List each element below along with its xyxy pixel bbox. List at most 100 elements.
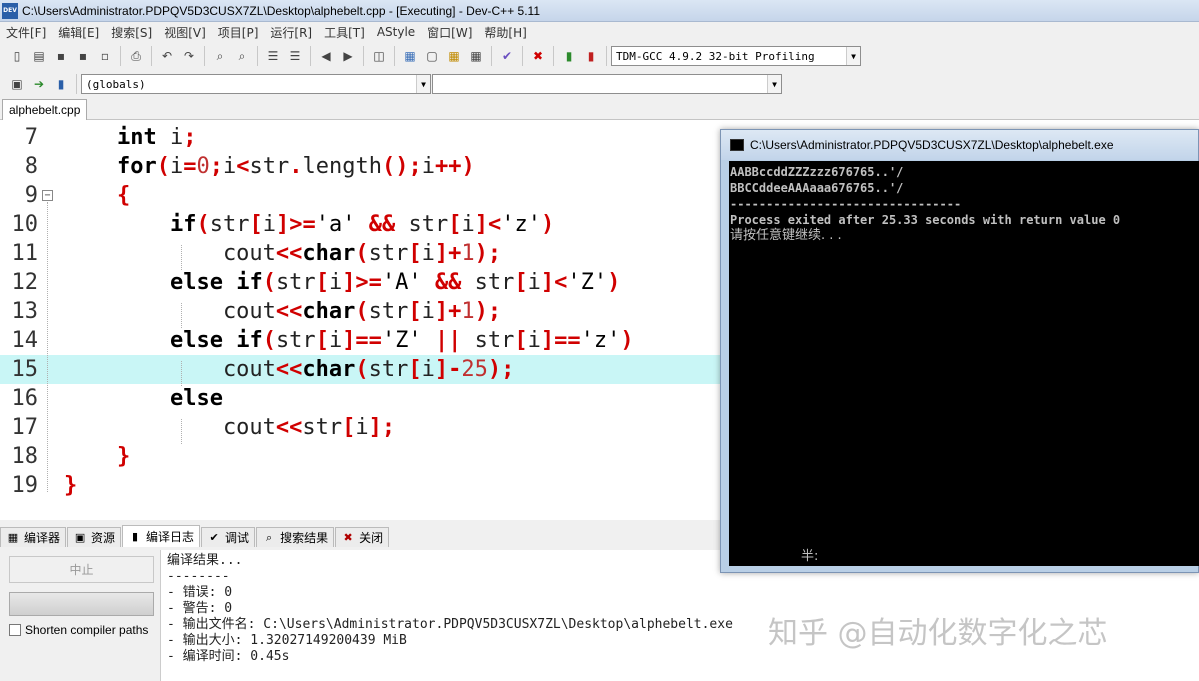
- chevron-down-icon[interactable]: ▼: [846, 47, 860, 65]
- shorten-paths-checkbox[interactable]: Shorten compiler paths: [9, 623, 148, 637]
- tab-search-results[interactable]: ⌕ 搜索结果: [256, 527, 335, 547]
- find-icon[interactable]: ⌕: [211, 47, 229, 65]
- console-line: 请按任意键继续. . .: [730, 228, 842, 243]
- toolbar-separator: [120, 46, 121, 66]
- forward-icon[interactable]: ▶: [339, 47, 357, 65]
- save-all-icon[interactable]: ▪: [74, 47, 92, 65]
- console-title-bar[interactable]: C:\Users\Administrator.PDPQV5D3CUSX7ZL\D…: [721, 130, 1198, 160]
- toolbar-separator: [363, 46, 364, 66]
- checkbox-box[interactable]: [9, 624, 21, 636]
- tab-debug[interactable]: ✔ 调试: [201, 527, 256, 547]
- console-window[interactable]: C:\Users\Administrator.PDPQV5D3CUSX7ZL\D…: [720, 129, 1199, 573]
- menu-run[interactable]: 运行[R]: [264, 24, 318, 41]
- toolbar-separator: [204, 46, 205, 66]
- tab-label: 搜索结果: [280, 531, 329, 545]
- menu-file[interactable]: 文件[F]: [0, 24, 52, 41]
- toolbar-separator: [553, 46, 554, 66]
- menu-bar: 文件[F] 编辑[E] 搜索[S] 视图[V] 项目[P] 运行[R] 工具[T…: [0, 22, 1199, 42]
- code-text: int i;: [116, 125, 197, 150]
- check-icon: ✔: [209, 531, 219, 544]
- code-text: else if(str[i]=='Z' || str[i]=='z'): [169, 328, 634, 353]
- member-select[interactable]: ▼: [432, 74, 782, 94]
- redo-icon[interactable]: ↷: [180, 47, 198, 65]
- compile-run-icon[interactable]: ▦: [445, 47, 463, 65]
- devcpp-logo-icon: DEV: [2, 2, 18, 19]
- replace-icon[interactable]: ⌕: [233, 47, 251, 65]
- close-file-icon[interactable]: ▫: [96, 47, 114, 65]
- console-title: C:\Users\Administrator.PDPQV5D3CUSX7ZL\D…: [750, 138, 1114, 152]
- line-number: 10: [11, 212, 39, 237]
- syntax-check-icon[interactable]: ✔: [498, 47, 516, 65]
- menu-view[interactable]: 视图[V]: [158, 24, 212, 41]
- bookmark-icon[interactable]: ◫: [370, 47, 388, 65]
- file-tab-bar: alphebelt.cpp: [0, 98, 1199, 120]
- tab-label: 调试: [225, 531, 250, 545]
- console-line: Process exited after 25.33 seconds with …: [730, 213, 1121, 227]
- stop-execution-icon[interactable]: ✖: [529, 47, 547, 65]
- line-number: 18: [11, 444, 39, 469]
- unindent-icon[interactable]: ☰: [286, 47, 304, 65]
- open-file-icon[interactable]: ▤: [30, 47, 48, 65]
- menu-astyle[interactable]: AStyle: [371, 25, 421, 39]
- line-number: 7: [24, 125, 38, 150]
- fold-toggle-icon[interactable]: −: [42, 190, 53, 201]
- print-icon[interactable]: ⎙: [127, 47, 145, 65]
- new-class-icon[interactable]: ▣: [8, 75, 26, 93]
- menu-edit[interactable]: 编辑[E]: [52, 24, 105, 41]
- close-icon: ✖: [343, 531, 353, 544]
- tab-resources[interactable]: ▣ 资源: [67, 527, 122, 547]
- tab-compiler[interactable]: ▦ 编译器: [0, 527, 67, 547]
- code-text: }: [116, 444, 131, 469]
- menu-tools[interactable]: 工具[T]: [318, 24, 371, 41]
- tab-label: 资源: [91, 531, 116, 545]
- console-line: --------------------------------: [730, 197, 962, 211]
- new-file-icon[interactable]: ▯: [8, 47, 26, 65]
- line-number: 14: [11, 328, 39, 353]
- console-icon: [730, 139, 744, 151]
- compiler-grid-icon: ▦: [7, 531, 19, 544]
- undo-icon[interactable]: ↶: [158, 47, 176, 65]
- profile-chart-icon[interactable]: ▮: [560, 47, 578, 65]
- menu-project[interactable]: 项目[P]: [212, 24, 265, 41]
- insert-icon[interactable]: ➔: [30, 75, 48, 93]
- scope-select[interactable]: (globals) ▼: [81, 74, 431, 94]
- code-text: }: [64, 473, 78, 498]
- toolbar-separator: [606, 46, 607, 66]
- line-number: 15: [11, 357, 39, 382]
- bar-chart-icon: ▮: [132, 530, 139, 543]
- tab-compile-log[interactable]: ▮ 编译日志: [122, 525, 201, 547]
- code-text: cout<<char(str[i]+1);: [64, 299, 502, 324]
- compiler-select[interactable]: TDM-GCC 4.9.2 32-bit Profiling ▼: [611, 46, 861, 66]
- goto-icon[interactable]: ▮: [52, 75, 70, 93]
- save-icon[interactable]: ▪: [52, 47, 70, 65]
- chevron-down-icon[interactable]: ▼: [767, 75, 781, 93]
- compile-icon[interactable]: ▦: [401, 47, 419, 65]
- resources-icon: ▣: [74, 531, 86, 544]
- run-icon[interactable]: ▢: [423, 47, 441, 65]
- stop-button[interactable]: 中止: [9, 556, 154, 583]
- indent-guide: [181, 419, 182, 444]
- menu-window[interactable]: 窗口[W]: [421, 24, 478, 41]
- search-icon: ⌕: [265, 530, 273, 544]
- bottom-tab-bar: ▦ 编译器 ▣ 资源 ▮ 编译日志 ✔ 调试 ⌕ 搜索结果 ✖ 关闭: [0, 525, 720, 547]
- toolbar-separator: [394, 46, 395, 66]
- console-line: BBCCddeeAAAaaa676765..'/: [730, 181, 904, 195]
- menu-help[interactable]: 帮助[H]: [478, 24, 532, 41]
- code-text: {: [116, 183, 131, 208]
- tab-close[interactable]: ✖ 关闭: [335, 527, 390, 547]
- indent-icon[interactable]: ☰: [264, 47, 282, 65]
- code-text: cout<<char(str[i]+1);: [64, 241, 502, 266]
- line-number: 13: [11, 299, 39, 324]
- console-output[interactable]: AABBccddZZZzzz676765..'/ BBCCddeeAAAaaa6…: [729, 161, 1199, 566]
- rebuild-icon[interactable]: ▦: [467, 47, 485, 65]
- delete-profile-icon[interactable]: ▮: [582, 47, 600, 65]
- tab-alphebelt-cpp[interactable]: alphebelt.cpp: [2, 99, 88, 120]
- menu-search[interactable]: 搜索[S]: [105, 24, 158, 41]
- back-icon[interactable]: ◀: [317, 47, 335, 65]
- code-text: else: [169, 386, 223, 411]
- toolbar-separator: [151, 46, 152, 66]
- tab-label: 关闭: [359, 531, 384, 545]
- line-number: 17: [11, 415, 39, 440]
- chevron-down-icon[interactable]: ▼: [416, 75, 430, 93]
- compiler-select-value: TDM-GCC 4.9.2 32-bit Profiling: [616, 49, 815, 63]
